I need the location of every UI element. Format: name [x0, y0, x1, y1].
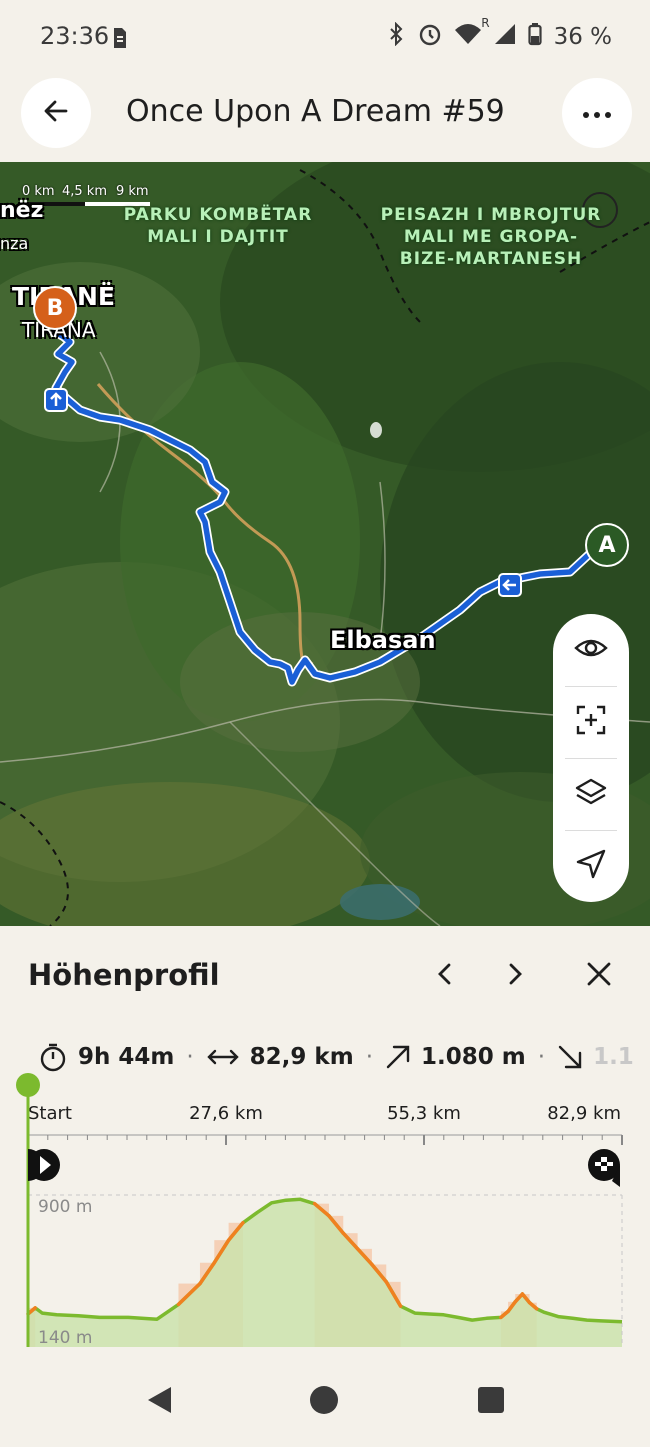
- partial-label-1: nëz: [0, 198, 44, 223]
- x-ticks: [27, 1135, 623, 1145]
- nav-recents-icon: [477, 1386, 505, 1418]
- route-start-marker[interactable]: A: [585, 523, 629, 567]
- direction-arrow-icon: [44, 388, 68, 416]
- area-label-dajti: PARKU KOMBËTAR MALI I DAJTIT: [118, 204, 318, 248]
- area-label-martanesh-line2: MALI ME GROPA-: [403, 227, 579, 247]
- partial-label-2: nza: [0, 234, 29, 253]
- nav-home-icon: [309, 1385, 339, 1419]
- system-nav-bar: [0, 1356, 650, 1447]
- signal-icon: [494, 22, 516, 52]
- map-controls: [553, 614, 629, 902]
- scale-label-0: 0 km: [22, 184, 55, 199]
- sim-icon: [112, 26, 128, 54]
- area-label-martanesh-line3: BIZE-MARTANESH: [399, 249, 583, 269]
- status-bar: 23:36 R 36 %: [0, 0, 650, 78]
- battery-icon: [527, 22, 542, 52]
- start-flag-icon: [28, 1149, 60, 1181]
- nav-home-button[interactable]: [308, 1386, 340, 1418]
- more-horizontal-icon: [582, 104, 612, 123]
- nav-back-icon: [145, 1385, 173, 1419]
- nav-recents-button[interactable]: [475, 1386, 507, 1418]
- finish-flag-icon: [588, 1149, 620, 1187]
- position-handle[interactable]: [16, 1073, 40, 1097]
- alarm-icon: [418, 22, 442, 52]
- map-layers-button[interactable]: [553, 758, 629, 830]
- app-bar: Once Upon A Dream #59: [0, 78, 650, 162]
- x-tick-label-end: 82,9 km: [547, 1103, 621, 1124]
- map-view[interactable]: 0 km 4,5 km 9 km PARKU KOMBËTAR MALI I D…: [0, 162, 650, 926]
- my-location-button[interactable]: [553, 830, 629, 902]
- elevation-profile-chart[interactable]: Start 27,6 km 55,3 km 82,9 km 900 m 140 …: [0, 945, 650, 1356]
- status-icons: R 36 %: [386, 16, 612, 52]
- tour-title: Once Upon A Dream #59: [126, 94, 505, 129]
- eye-icon: [574, 636, 608, 664]
- wifi-icon: R: [454, 16, 490, 52]
- area-label-dajti-line1: PARKU KOMBËTAR: [123, 205, 313, 225]
- y-label-max: 900 m: [38, 1197, 92, 1217]
- nav-back-button[interactable]: [143, 1386, 175, 1418]
- back-button[interactable]: [21, 78, 91, 148]
- area-label-dajti-line2: MALI I DAJTIT: [147, 227, 289, 247]
- scale-label-1: 4,5 km: [62, 184, 107, 199]
- battery-percent: 36 %: [553, 24, 612, 50]
- y-label-min: 140 m: [38, 1328, 92, 1348]
- direction-arrow-icon: [498, 573, 522, 601]
- area-label-martanesh-line1: PEISAZH I MBROJTUR: [380, 205, 602, 225]
- roaming-indicator: R: [481, 16, 490, 30]
- toggle-visibility-button[interactable]: [553, 614, 629, 686]
- status-time: 23:36: [40, 22, 110, 50]
- more-options-button[interactable]: [562, 78, 632, 148]
- zoom-to-route-icon: [575, 704, 607, 740]
- x-tick-label-start: Start: [28, 1103, 72, 1124]
- route-end-marker[interactable]: B: [33, 286, 77, 330]
- x-tick-label-1: 27,6 km: [189, 1103, 263, 1124]
- x-tick-label-2: 55,3 km: [387, 1103, 461, 1124]
- city-label-elbasan: Elbasan: [330, 626, 436, 654]
- layers-icon: [574, 777, 608, 811]
- zoom-to-route-button[interactable]: [553, 686, 629, 758]
- area-label-martanesh: PEISAZH I MBROJTUR MALI ME GROPA- BIZE-M…: [378, 204, 604, 270]
- navigate-icon: [576, 849, 606, 883]
- bluetooth-icon: [386, 21, 406, 52]
- arrow-left-icon: [42, 97, 70, 129]
- elevation-area: [28, 1199, 622, 1347]
- scale-label-2: 9 km: [116, 184, 149, 199]
